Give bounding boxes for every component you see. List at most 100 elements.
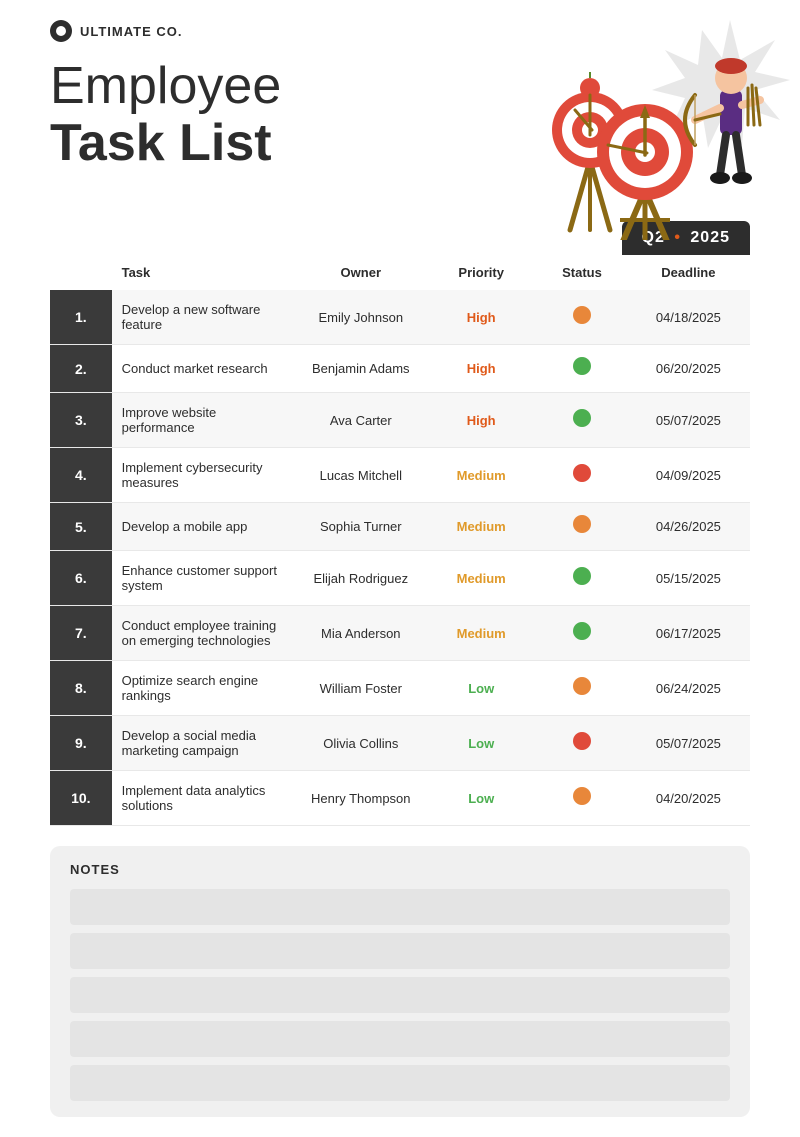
note-line-1 bbox=[70, 889, 730, 925]
priority-value: High bbox=[425, 345, 537, 393]
owner-name: Emily Johnson bbox=[296, 290, 425, 345]
owner-name: Benjamin Adams bbox=[296, 345, 425, 393]
note-line-4 bbox=[70, 1021, 730, 1057]
priority-value: Medium bbox=[425, 606, 537, 661]
status-indicator bbox=[537, 503, 627, 551]
status-indicator bbox=[537, 448, 627, 503]
col-header-owner: Owner bbox=[296, 255, 425, 290]
deadline-date: 05/07/2025 bbox=[627, 393, 750, 448]
row-num: 1. bbox=[50, 290, 112, 345]
task-name: Improve website performance bbox=[112, 393, 297, 448]
row-num: 8. bbox=[50, 661, 112, 716]
task-name: Develop a new software feature bbox=[112, 290, 297, 345]
owner-name: Olivia Collins bbox=[296, 716, 425, 771]
deadline-date: 04/20/2025 bbox=[627, 771, 750, 826]
table-row: 5. Develop a mobile app Sophia Turner Me… bbox=[50, 503, 750, 551]
header: ULTIMATE CO. Employee Task List Q2 • 202… bbox=[0, 0, 800, 255]
table-row: 1. Develop a new software feature Emily … bbox=[50, 290, 750, 345]
status-dot bbox=[573, 409, 591, 427]
status-indicator bbox=[537, 716, 627, 771]
row-num: 2. bbox=[50, 345, 112, 393]
table-section: Task Owner Priority Status Deadline 1. D… bbox=[0, 255, 800, 826]
task-name: Conduct market research bbox=[112, 345, 297, 393]
status-indicator bbox=[537, 771, 627, 826]
owner-name: William Foster bbox=[296, 661, 425, 716]
deadline-date: 04/26/2025 bbox=[627, 503, 750, 551]
status-dot bbox=[573, 464, 591, 482]
row-num: 4. bbox=[50, 448, 112, 503]
deadline-date: 04/18/2025 bbox=[627, 290, 750, 345]
priority-value: Low bbox=[425, 661, 537, 716]
status-indicator bbox=[537, 393, 627, 448]
status-dot bbox=[573, 622, 591, 640]
status-indicator bbox=[537, 606, 627, 661]
status-dot bbox=[573, 787, 591, 805]
task-name: Develop a mobile app bbox=[112, 503, 297, 551]
col-header-task: Task bbox=[112, 255, 297, 290]
deadline-date: 06/24/2025 bbox=[627, 661, 750, 716]
row-num: 6. bbox=[50, 551, 112, 606]
status-indicator bbox=[537, 551, 627, 606]
task-name: Implement cybersecurity measures bbox=[112, 448, 297, 503]
owner-name: Sophia Turner bbox=[296, 503, 425, 551]
owner-name: Mia Anderson bbox=[296, 606, 425, 661]
priority-value: Medium bbox=[425, 448, 537, 503]
status-indicator bbox=[537, 290, 627, 345]
owner-name: Lucas Mitchell bbox=[296, 448, 425, 503]
row-num: 5. bbox=[50, 503, 112, 551]
priority-value: Medium bbox=[425, 551, 537, 606]
priority-value: Low bbox=[425, 771, 537, 826]
table-row: 10. Implement data analytics solutions H… bbox=[50, 771, 750, 826]
priority-value: High bbox=[425, 290, 537, 345]
task-name: Implement data analytics solutions bbox=[112, 771, 297, 826]
task-table: Task Owner Priority Status Deadline 1. D… bbox=[50, 255, 750, 826]
row-num: 10. bbox=[50, 771, 112, 826]
deadline-date: 05/07/2025 bbox=[627, 716, 750, 771]
page: ULTIMATE CO. Employee Task List Q2 • 202… bbox=[0, 0, 800, 1137]
note-line-3 bbox=[70, 977, 730, 1013]
table-row: 4. Implement cybersecurity measures Luca… bbox=[50, 448, 750, 503]
priority-value: High bbox=[425, 393, 537, 448]
table-row: 8. Optimize search engine rankings Willi… bbox=[50, 661, 750, 716]
col-header-priority: Priority bbox=[425, 255, 537, 290]
notes-title: NOTES bbox=[70, 862, 730, 877]
priority-value: Medium bbox=[425, 503, 537, 551]
status-dot bbox=[573, 515, 591, 533]
notes-section: NOTES bbox=[50, 846, 750, 1117]
owner-name: Elijah Rodriguez bbox=[296, 551, 425, 606]
task-name: Enhance customer support system bbox=[112, 551, 297, 606]
task-name: Optimize search engine rankings bbox=[112, 661, 297, 716]
deadline-date: 04/09/2025 bbox=[627, 448, 750, 503]
illustration bbox=[470, 0, 800, 240]
table-row: 6. Enhance customer support system Elija… bbox=[50, 551, 750, 606]
status-dot bbox=[573, 677, 591, 695]
col-header-status: Status bbox=[537, 255, 627, 290]
row-num: 7. bbox=[50, 606, 112, 661]
deadline-date: 06/17/2025 bbox=[627, 606, 750, 661]
note-line-2 bbox=[70, 933, 730, 969]
status-dot bbox=[573, 357, 591, 375]
row-num: 3. bbox=[50, 393, 112, 448]
row-num: 9. bbox=[50, 716, 112, 771]
company-name: ULTIMATE CO. bbox=[80, 24, 183, 39]
deadline-date: 06/20/2025 bbox=[627, 345, 750, 393]
logo-icon bbox=[50, 20, 72, 42]
status-dot bbox=[573, 732, 591, 750]
table-row: 2. Conduct market research Benjamin Adam… bbox=[50, 345, 750, 393]
status-indicator bbox=[537, 661, 627, 716]
table-row: 3. Improve website performance Ava Carte… bbox=[50, 393, 750, 448]
status-dot bbox=[573, 306, 591, 324]
status-dot bbox=[573, 567, 591, 585]
owner-name: Ava Carter bbox=[296, 393, 425, 448]
note-line-5 bbox=[70, 1065, 730, 1101]
table-row: 7. Conduct employee training on emerging… bbox=[50, 606, 750, 661]
col-header-deadline: Deadline bbox=[627, 255, 750, 290]
status-indicator bbox=[537, 345, 627, 393]
table-header-row: Task Owner Priority Status Deadline bbox=[50, 255, 750, 290]
priority-value: Low bbox=[425, 716, 537, 771]
owner-name: Henry Thompson bbox=[296, 771, 425, 826]
task-name: Conduct employee training on emerging te… bbox=[112, 606, 297, 661]
table-row: 9. Develop a social media marketing camp… bbox=[50, 716, 750, 771]
task-name: Develop a social media marketing campaig… bbox=[112, 716, 297, 771]
deadline-date: 05/15/2025 bbox=[627, 551, 750, 606]
